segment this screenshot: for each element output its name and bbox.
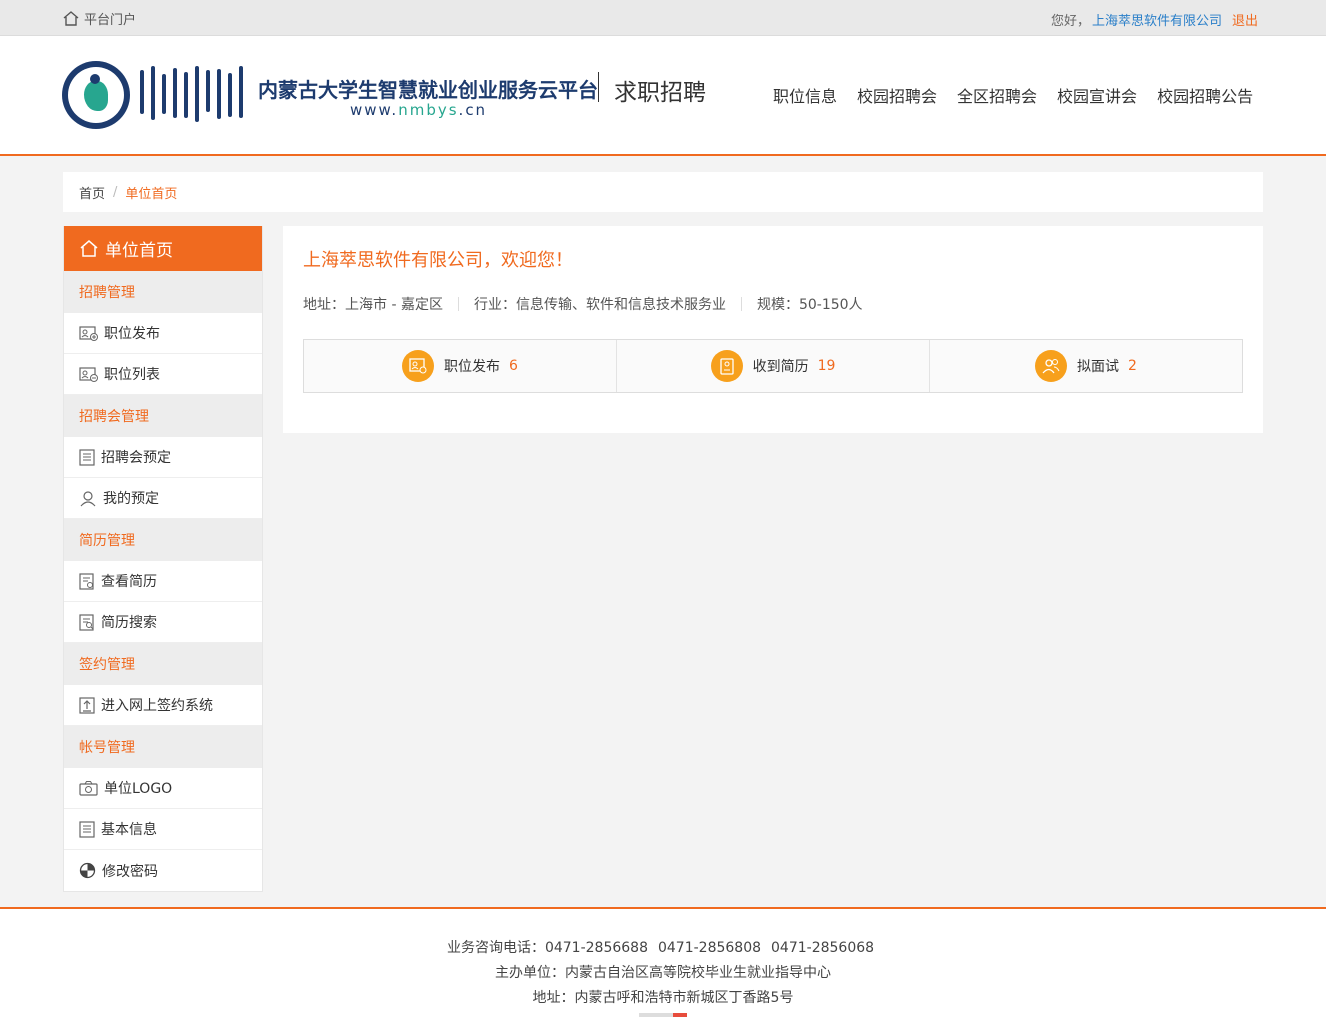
site-name: 内蒙古大学生智慧就业创业服务云平台 bbox=[258, 78, 598, 102]
company-address: 地址：上海市 - 嘉定区 bbox=[303, 297, 443, 313]
nav-job-info[interactable]: 职位信息 bbox=[773, 83, 837, 107]
sidebar-home[interactable]: 单位首页 bbox=[64, 226, 262, 271]
company-scale: 规模：50-150人 bbox=[756, 297, 863, 313]
nav-region-job-fair[interactable]: 全区招聘会 bbox=[957, 83, 1037, 107]
stat-value: 6 bbox=[509, 358, 518, 374]
footer-phone: 0471-2856688 bbox=[544, 940, 648, 956]
sidebar-item-label: 基本信息 bbox=[101, 822, 157, 838]
site-logo[interactable] bbox=[62, 61, 130, 129]
sidebar-item-job-post[interactable]: 职位发布 bbox=[64, 313, 262, 354]
sidebar-item-search-resume[interactable]: 简历搜索 bbox=[64, 602, 262, 643]
sidebar-item-label: 职位发布 bbox=[104, 326, 160, 342]
stat-interviews[interactable]: 拟面试 2 bbox=[929, 340, 1242, 392]
stat-value: 19 bbox=[817, 358, 836, 374]
footer-phone: 0471-2856808 bbox=[657, 940, 762, 956]
user-icon bbox=[80, 490, 96, 506]
interview-icon bbox=[1035, 350, 1068, 382]
sidebar-item-label: 进入网上签约系统 bbox=[101, 698, 213, 714]
main-panel: 上海萃思软件有限公司，欢迎您！ 地址：上海市 - 嘉定区 行业：信息传输、软件和… bbox=[283, 226, 1263, 433]
company-name-link[interactable]: 上海萃思软件有限公司 bbox=[1092, 10, 1222, 29]
user-greeting: 您好， 上海萃思软件有限公司 退出 bbox=[1051, 10, 1258, 29]
welcome-title: 上海萃思软件有限公司，欢迎您！ bbox=[303, 250, 573, 271]
job-post-icon bbox=[402, 350, 435, 382]
site-url: www.nmbys.cn bbox=[350, 101, 487, 119]
site-header: 内蒙古大学生智慧就业创业服务云平台 www.nmbys.cn 求职招聘 职位信息… bbox=[0, 36, 1326, 156]
breadcrumb-current: 单位首页 bbox=[125, 186, 178, 202]
info-divider bbox=[740, 297, 742, 311]
logo-dot-icon bbox=[90, 74, 100, 84]
nav-campus-presentation[interactable]: 校园宣讲会 bbox=[1057, 83, 1137, 107]
stat-job-posts[interactable]: 职位发布 6 bbox=[304, 340, 616, 392]
sidebar-group-account: 帐号管理 bbox=[64, 726, 262, 768]
upload-icon bbox=[79, 696, 95, 714]
list-document-icon bbox=[79, 820, 95, 838]
id-card-add-icon bbox=[79, 325, 98, 341]
company-info: 地址：上海市 - 嘉定区 行业：信息传输、软件和信息技术服务业 规模：50-15… bbox=[303, 294, 863, 314]
mongolian-script-logo bbox=[140, 66, 250, 124]
resume-view-icon bbox=[79, 572, 94, 590]
sidebar-item-job-list[interactable]: 职位列表 bbox=[64, 354, 262, 395]
stat-label: 收到简历 bbox=[752, 359, 809, 375]
stat-value: 2 bbox=[1128, 358, 1137, 374]
stat-label: 拟面试 bbox=[1077, 359, 1120, 375]
stats-bar: 职位发布 6 收到简历 19 拟面试 2 bbox=[303, 339, 1243, 393]
site-url-suffix: .cn bbox=[458, 101, 488, 119]
site-url-prefix: www. bbox=[350, 101, 399, 119]
sidebar-group-job-fair: 招聘会管理 bbox=[64, 395, 262, 437]
resume-icon bbox=[710, 350, 743, 382]
site-footer: 业务咨询电话：0471-2856688 0471-2856808 0471-2856… bbox=[0, 907, 1326, 1017]
footer-phones: 业务咨询电话：0471-2856688 0471-2856808 0471-2856… bbox=[0, 937, 1326, 957]
breadcrumb-separator: / bbox=[113, 184, 118, 200]
sidebar-item-label: 职位列表 bbox=[104, 367, 160, 383]
platform-portal-link[interactable]: 平台门户 bbox=[63, 9, 136, 28]
stat-label: 职位发布 bbox=[444, 359, 501, 375]
breadcrumb-home[interactable]: 首页 bbox=[79, 183, 105, 202]
platform-portal-label: 平台门户 bbox=[84, 13, 137, 28]
sidebar-item-fair-booking[interactable]: 招聘会预定 bbox=[64, 437, 262, 478]
resume-search-icon bbox=[79, 613, 94, 631]
footer-host: 主办单位：内蒙古自治区高等院校毕业生就业指导中心 bbox=[495, 965, 831, 981]
id-card-list-icon bbox=[79, 366, 98, 382]
document-icon bbox=[79, 448, 95, 466]
home-icon bbox=[80, 240, 98, 257]
sidebar-item-logo[interactable]: 单位LOGO bbox=[64, 768, 262, 809]
sidebar-item-label: 修改密码 bbox=[102, 863, 158, 880]
section-name: 求职招聘 bbox=[614, 80, 706, 106]
company-industry: 行业：信息传输、软件和信息技术服务业 bbox=[473, 297, 726, 313]
stat-resumes[interactable]: 收到简历 19 bbox=[616, 340, 929, 392]
sidebar-item-online-contract[interactable]: 进入网上签约系统 bbox=[64, 685, 262, 726]
sidebar-item-basic-info[interactable]: 基本信息 bbox=[64, 809, 262, 850]
footer-phone-label: 业务咨询电话： bbox=[446, 940, 545, 956]
greeting-text: 您好， bbox=[1050, 14, 1090, 29]
sidebar-group-resume: 简历管理 bbox=[64, 519, 262, 561]
sidebar-item-label: 单位LOGO bbox=[104, 781, 173, 797]
sidebar-item-label: 查看简历 bbox=[101, 574, 157, 590]
sidebar-item-my-booking[interactable]: 我的预定 bbox=[64, 478, 262, 519]
shield-icon bbox=[79, 862, 96, 879]
nav-campus-recruit-notice[interactable]: 校园招聘公告 bbox=[1157, 83, 1253, 107]
nav-campus-job-fair[interactable]: 校园招聘会 bbox=[857, 83, 937, 107]
sidebar: 单位首页 招聘管理 职位发布 职位列表 招聘会管理 招聘会预定 我的预定 简历管… bbox=[63, 226, 263, 892]
top-bar: 平台门户 您好， 上海萃思软件有限公司 退出 bbox=[0, 0, 1326, 36]
sidebar-item-label: 招聘会预定 bbox=[101, 450, 171, 466]
info-divider bbox=[457, 297, 459, 311]
main-nav: 职位信息 校园招聘会 全区招聘会 校园宣讲会 校园招聘公告 bbox=[773, 83, 1253, 107]
footer-address: 地址：内蒙古呼和浩特市新城区丁香路5号 bbox=[532, 990, 794, 1006]
footer-badge[interactable] bbox=[639, 1013, 687, 1017]
site-url-domain: nmbys bbox=[398, 101, 459, 119]
sidebar-item-label: 简历搜索 bbox=[101, 615, 157, 631]
logo-leaf-icon bbox=[84, 81, 108, 111]
sidebar-group-recruit: 招聘管理 bbox=[64, 271, 262, 313]
logout-link[interactable]: 退出 bbox=[1232, 10, 1258, 29]
sidebar-title: 单位首页 bbox=[105, 241, 173, 261]
home-icon bbox=[63, 11, 79, 26]
sidebar-item-change-password[interactable]: 修改密码 bbox=[64, 850, 262, 891]
footer-phone: 0471-2856068 bbox=[771, 940, 875, 956]
breadcrumb: 首页 / 单位首页 bbox=[63, 172, 1263, 212]
sidebar-item-label: 我的预定 bbox=[103, 491, 159, 507]
sidebar-item-view-resume[interactable]: 查看简历 bbox=[64, 561, 262, 602]
camera-icon bbox=[79, 781, 98, 796]
header-divider bbox=[598, 72, 599, 102]
sidebar-group-contract: 签约管理 bbox=[64, 643, 262, 685]
